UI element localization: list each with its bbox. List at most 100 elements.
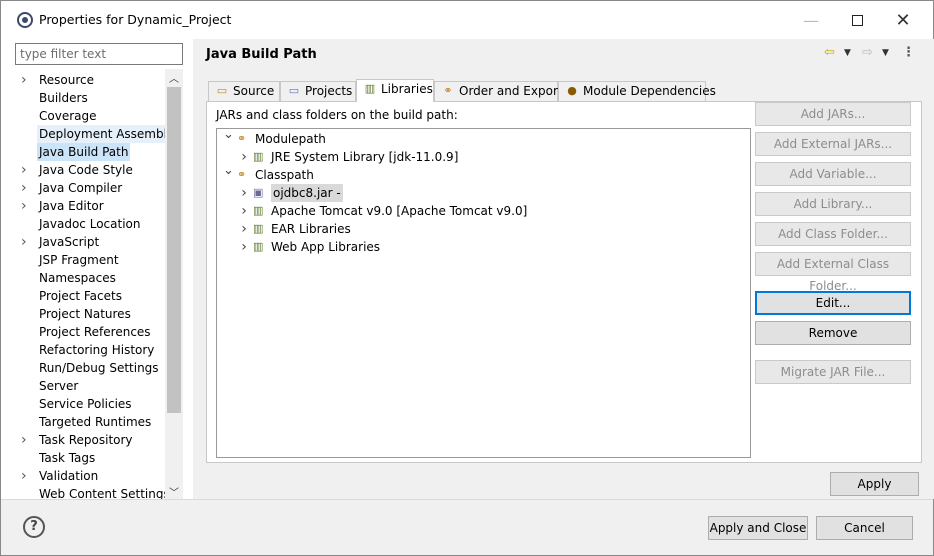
library-icon: ▥: [253, 150, 264, 163]
tab-projects[interactable]: ▭ Projects: [280, 81, 356, 101]
nav-item-label: JSP Fragment: [39, 253, 119, 267]
scroll-thumb[interactable]: [167, 87, 181, 413]
add-external-class-folder-button[interactable]: Add External Class Folder...: [755, 252, 911, 293]
tree-node-label: Web App Libraries: [271, 240, 381, 254]
nav-item[interactable]: Project References: [15, 323, 165, 341]
nav-item-label: Project Natures: [39, 307, 131, 321]
nav-item[interactable]: Targeted Runtimes: [15, 413, 165, 431]
apply-button[interactable]: Apply: [830, 472, 919, 496]
tree-node[interactable]: › ▥ Apache Tomcat v9.0 [Apache Tomcat v9.0…: [217, 202, 737, 220]
nav-item[interactable]: Server: [15, 377, 165, 395]
chevron-right-icon[interactable]: ›: [239, 220, 249, 238]
cancel-button[interactable]: Cancel: [816, 516, 913, 540]
add-class-folder-button[interactable]: Add Class Folder...: [755, 222, 911, 246]
nav-item-label: Deployment Assembly: [37, 125, 177, 143]
library-icon: ▥: [253, 204, 264, 217]
tree-node[interactable]: › ▣ ojdbc8.jar -: [217, 184, 737, 202]
nav-item[interactable]: Run/Debug Settings: [15, 359, 165, 377]
add-external-jars-button[interactable]: Add External JARs...: [755, 132, 911, 156]
edit-button[interactable]: Edit...: [755, 291, 911, 315]
nav-item-label: Javadoc Location: [39, 217, 141, 231]
view-menu-icon[interactable]: ⋮: [902, 45, 915, 60]
category-scrollbar[interactable]: ︿ ﹀: [165, 69, 183, 499]
chevron-right-icon[interactable]: ›: [239, 238, 249, 256]
forward-dropdown-icon[interactable]: ▼: [882, 48, 889, 58]
add-jars-button[interactable]: Add JARs...: [755, 102, 911, 126]
help-icon[interactable]: ?: [23, 516, 45, 538]
nav-item[interactable]: Javadoc Location: [15, 215, 165, 233]
nav-item-label: Refactoring History: [39, 343, 155, 357]
nav-item[interactable]: › Java Editor: [15, 197, 165, 215]
nav-item[interactable]: › Validation: [15, 467, 165, 485]
chevron-right-icon[interactable]: ›: [239, 202, 249, 220]
nav-item[interactable]: Namespaces: [15, 269, 165, 287]
chevron-right-icon[interactable]: ›: [21, 179, 27, 197]
nav-item[interactable]: › Java Code Style: [15, 161, 165, 179]
nav-item[interactable]: Java Build Path: [15, 143, 165, 161]
nav-item[interactable]: › JavaScript: [15, 233, 165, 251]
add-library-button[interactable]: Add Library...: [755, 192, 911, 216]
tree-node[interactable]: › ▥ Web App Libraries: [217, 238, 737, 256]
nav-item[interactable]: › Task Repository: [15, 431, 165, 449]
apply-and-close-button[interactable]: Apply and Close: [708, 516, 808, 540]
nav-item-label: Java Compiler: [39, 181, 123, 195]
build-path-tree[interactable]: ⌄ ⚭ Modulepath › ▥ JRE System Library [jdk-11…: [216, 127, 751, 458]
close-button[interactable]: ✕: [880, 5, 926, 35]
remove-button[interactable]: Remove: [755, 321, 911, 345]
tree-node[interactable]: › ▥ EAR Libraries: [217, 220, 737, 238]
order-export-icon: ⚭: [443, 84, 453, 97]
tab-module-dependencies[interactable]: ● Module Dependencies: [558, 81, 716, 101]
nav-item[interactable]: JSP Fragment: [15, 251, 165, 269]
nav-item[interactable]: › Java Compiler: [15, 179, 165, 197]
nav-item[interactable]: Coverage: [15, 107, 165, 125]
back-arrow-icon[interactable]: ⇦: [824, 45, 835, 60]
nav-item[interactable]: Task Tags: [15, 449, 165, 467]
scroll-up-icon[interactable]: ︿: [165, 69, 183, 85]
nav-item-label: Java Editor: [39, 199, 104, 213]
tree-node[interactable]: ⌄ ⚭ Modulepath: [217, 127, 737, 148]
chevron-right-icon[interactable]: ›: [21, 431, 27, 449]
tab-libraries[interactable]: ▥ Libraries: [356, 79, 434, 102]
minimize-button[interactable]: —: [788, 5, 834, 35]
migrate-jar-button[interactable]: Migrate JAR File...: [755, 360, 911, 384]
chevron-right-icon[interactable]: ›: [239, 148, 249, 166]
chevron-right-icon[interactable]: ›: [239, 184, 249, 202]
category-panel: › Resource Builders Coverage Deployment Asse…: [1, 39, 193, 501]
library-icon: ▥: [253, 222, 264, 235]
nav-item-label: Task Tags: [39, 451, 96, 465]
tab-source[interactable]: ▭ Source: [208, 81, 280, 101]
filter-input[interactable]: [15, 43, 183, 65]
property-page: Java Build Path ⇦ ▼ ⇨ ▼ ⋮ ▭ Source ▭ Pro…: [194, 39, 934, 499]
projects-icon: ▭: [288, 84, 300, 97]
tree-node[interactable]: › ▥ JRE System Library [jdk-11.0.9]: [217, 148, 737, 166]
nav-item[interactable]: › Resource: [15, 71, 165, 89]
back-dropdown-icon[interactable]: ▼: [844, 48, 851, 58]
nav-item-label: Namespaces: [39, 271, 116, 285]
chevron-down-icon[interactable]: ⌄: [223, 162, 234, 180]
add-variable-button[interactable]: Add Variable...: [755, 162, 911, 186]
scroll-down-icon[interactable]: ﹀: [165, 483, 183, 499]
page-title: Java Build Path: [206, 47, 317, 62]
forward-arrow-icon[interactable]: ⇨: [862, 45, 873, 60]
nav-item-label: Java Code Style: [39, 163, 133, 177]
nav-item[interactable]: Refactoring History: [15, 341, 165, 359]
nav-item[interactable]: Builders: [15, 89, 165, 107]
history-nav: ⇦ ▼ ⇨ ▼ ⋮: [824, 45, 920, 65]
nav-item[interactable]: Project Natures: [15, 305, 165, 323]
tab-order-and-export[interactable]: ⚭ Order and Export: [434, 81, 563, 101]
chevron-right-icon[interactable]: ›: [21, 161, 27, 179]
maximize-button[interactable]: [834, 5, 880, 35]
eclipse-app-icon: [17, 12, 33, 28]
chevron-down-icon[interactable]: ⌄: [223, 126, 234, 144]
chevron-right-icon[interactable]: ›: [21, 197, 27, 215]
tree-node[interactable]: ⌄ ⚭ Classpath: [217, 163, 737, 184]
chevron-right-icon[interactable]: ›: [21, 71, 27, 89]
chevron-right-icon[interactable]: ›: [21, 233, 27, 251]
maximize-icon: [851, 14, 863, 26]
nav-item[interactable]: Deployment Assembly: [15, 125, 177, 143]
chevron-right-icon[interactable]: ›: [21, 467, 27, 485]
tree-node-label: EAR Libraries: [271, 222, 351, 236]
nav-item[interactable]: Service Policies: [15, 395, 165, 413]
dialog-footer: ? Apply and Close Cancel: [1, 499, 933, 555]
nav-item[interactable]: Project Facets: [15, 287, 165, 305]
